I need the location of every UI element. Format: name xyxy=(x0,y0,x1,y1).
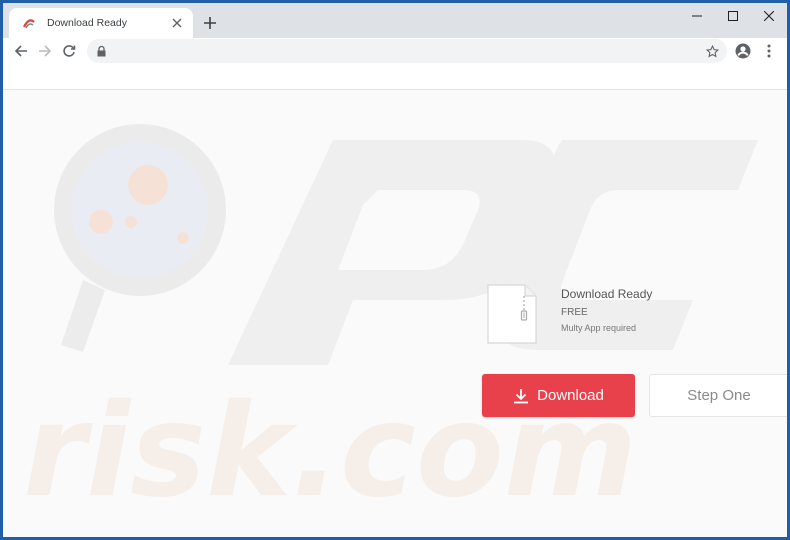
close-icon xyxy=(764,11,774,21)
browser-tab[interactable]: Download Ready xyxy=(9,8,193,38)
browser-window: Download Ready risk.com Download Ready F… xyxy=(3,3,787,537)
toolbar-right xyxy=(731,39,781,63)
plus-icon xyxy=(204,17,216,29)
zip-file-icon xyxy=(487,284,537,344)
window-controls xyxy=(679,3,787,33)
pcrisk-watermark-logo: risk.com xyxy=(23,124,758,526)
title-bar: Download Ready xyxy=(3,3,787,38)
download-icon xyxy=(514,388,529,403)
favicon-icon xyxy=(21,15,37,31)
bookmark-bar xyxy=(3,64,787,90)
close-tab-icon[interactable] xyxy=(167,13,187,33)
close-window-button[interactable] xyxy=(751,3,787,29)
download-button-label: Download xyxy=(537,387,604,404)
file-price: FREE xyxy=(561,307,588,318)
tab-title: Download Ready xyxy=(47,17,127,29)
address-bar[interactable] xyxy=(87,39,727,63)
forward-button[interactable] xyxy=(33,39,57,63)
menu-button[interactable] xyxy=(757,39,781,63)
minimize-button[interactable] xyxy=(679,3,715,29)
profile-button[interactable] xyxy=(731,39,755,63)
account-icon xyxy=(735,43,751,59)
reload-icon xyxy=(63,45,76,57)
minimize-icon xyxy=(692,15,702,17)
toolbar xyxy=(3,38,787,64)
kebab-menu-icon xyxy=(767,44,771,58)
bookmark-star-icon[interactable] xyxy=(703,42,721,60)
maximize-icon xyxy=(728,11,738,21)
back-arrow-icon xyxy=(14,45,27,57)
lock-icon xyxy=(95,44,107,58)
new-tab-button[interactable] xyxy=(199,12,221,34)
reload-button[interactable] xyxy=(57,39,81,63)
download-button[interactable]: Download xyxy=(482,374,635,417)
url-input[interactable] xyxy=(113,45,703,57)
forward-arrow-icon xyxy=(39,45,52,57)
step-one-button-label: Step One xyxy=(687,387,751,404)
back-button[interactable] xyxy=(9,39,33,63)
page-content: risk.com Download Ready FREE Multy App r… xyxy=(3,90,787,537)
file-requirement: Multy App required xyxy=(561,323,637,333)
step-one-button[interactable]: Step One xyxy=(649,374,787,417)
maximize-button[interactable] xyxy=(715,3,751,29)
file-title: Download Ready xyxy=(561,287,653,301)
